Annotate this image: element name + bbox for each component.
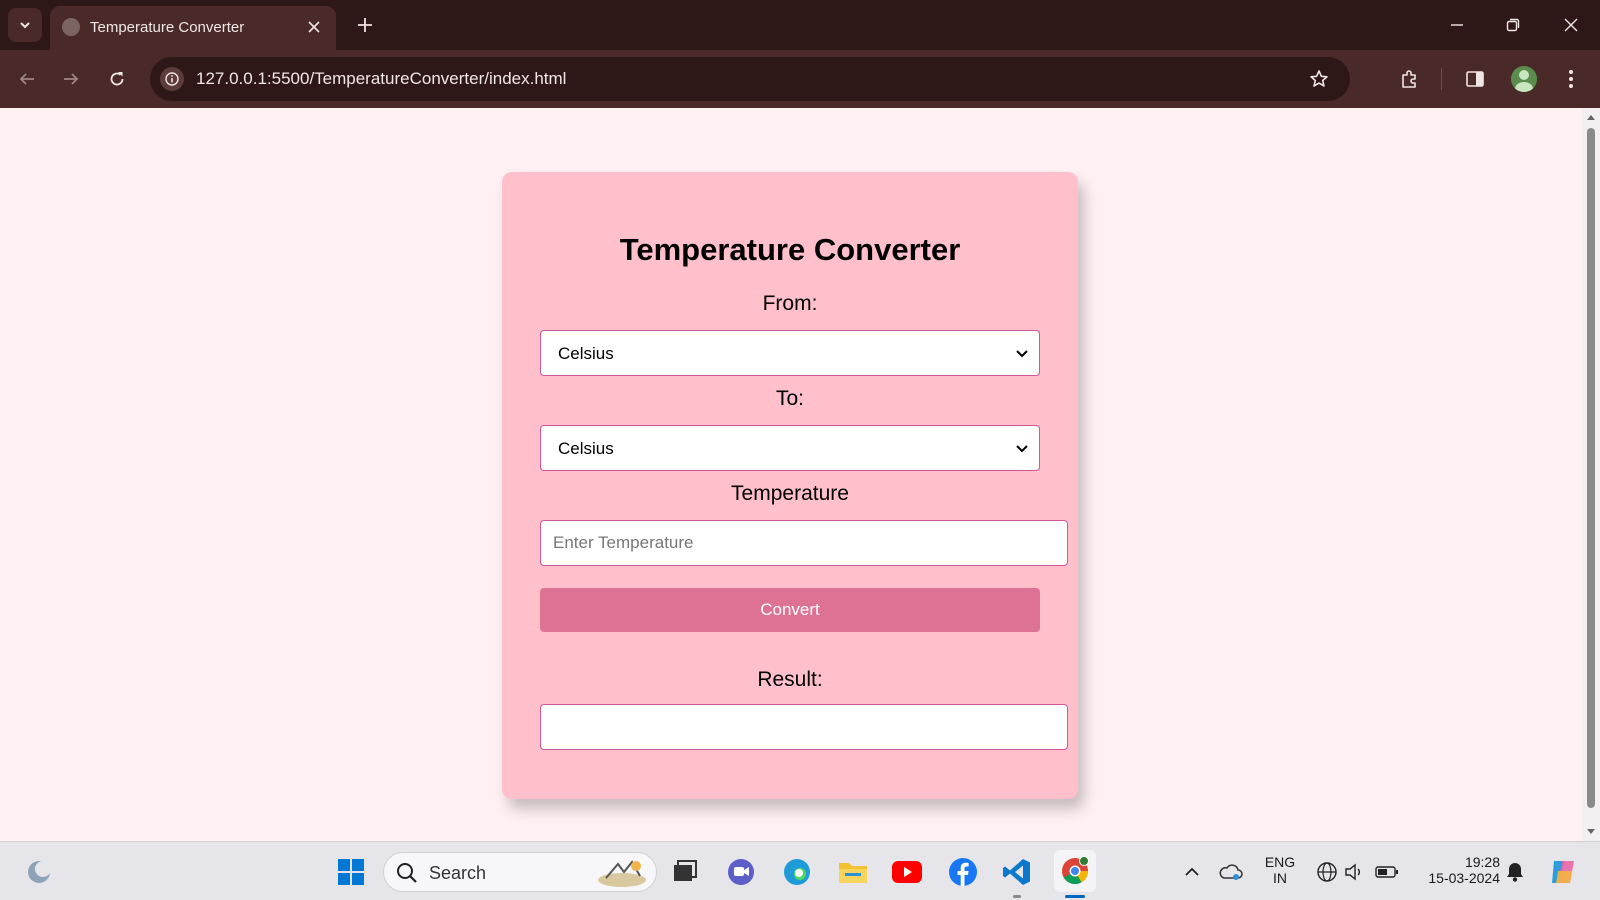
star-icon[interactable] (1306, 66, 1332, 92)
volume-icon[interactable] (1338, 855, 1372, 889)
battery-icon[interactable] (1370, 855, 1404, 889)
search-highlight-illustration (598, 860, 646, 887)
tab-search-icon[interactable] (8, 8, 42, 42)
windows-start-icon[interactable] (334, 855, 368, 889)
show-hidden-icons[interactable] (1175, 855, 1209, 889)
vscode-running-indicator (1013, 895, 1021, 898)
forward-icon[interactable] (58, 66, 84, 92)
back-icon[interactable] (14, 66, 40, 92)
close-icon[interactable] (304, 17, 324, 37)
vscode-icon[interactable] (1000, 855, 1034, 889)
from-unit-select[interactable]: Celsius (540, 330, 1040, 376)
address-bar[interactable]: 127.0.0.1:5500/TemperatureConverter/inde… (150, 57, 1350, 101)
scroll-up-icon[interactable] (1586, 112, 1596, 122)
temperature-label: Temperature (731, 482, 849, 505)
vertical-scrollbar[interactable] (1582, 108, 1600, 841)
search-icon (397, 863, 417, 883)
tab-title: Temperature Converter (90, 19, 245, 36)
copilot-icon[interactable] (1546, 855, 1580, 889)
weather-widget-icon[interactable] (22, 855, 56, 889)
active-tab[interactable]: Temperature Converter (50, 6, 336, 50)
chevron-down-icon (1015, 442, 1029, 456)
clock[interactable]: 19:28 15-03-2024 (1410, 854, 1500, 886)
page-title: Temperature Converter (619, 232, 961, 267)
region-code: IN (1273, 870, 1287, 886)
language-indicator[interactable]: ENG IN (1260, 854, 1300, 886)
close-window-icon[interactable] (1558, 12, 1584, 38)
plus-icon[interactable] (352, 12, 378, 38)
result-output (540, 704, 1068, 750)
windows-taskbar: Search ENG IN 19:28 15-03-2024 (0, 841, 1600, 900)
onedrive-icon[interactable] (1214, 855, 1248, 889)
scroll-thumb[interactable] (1587, 128, 1595, 808)
kebab-menu-icon[interactable] (1558, 66, 1584, 92)
url-text[interactable]: 127.0.0.1:5500/TemperatureConverter/inde… (196, 69, 566, 89)
taskbar-search-box[interactable]: Search (383, 852, 657, 892)
clock-time: 19:28 (1464, 854, 1500, 870)
extensions-icon[interactable] (1396, 66, 1422, 92)
restore-icon[interactable] (1500, 12, 1526, 38)
toolbar-divider (1441, 68, 1442, 90)
site-info-icon[interactable] (160, 67, 184, 91)
temperature-input[interactable] (540, 520, 1068, 566)
profile-icon[interactable] (1511, 66, 1537, 92)
language-code: ENG (1264, 854, 1296, 870)
from-label: From: (762, 292, 818, 315)
converter-card: Temperature Converter From: Celsius To: … (502, 172, 1078, 799)
facebook-icon[interactable] (946, 855, 980, 889)
result-label: Result: (757, 668, 823, 691)
reload-icon[interactable] (104, 66, 130, 92)
taskbar-search-text: Search (429, 863, 487, 883)
chevron-down-icon (1015, 347, 1029, 361)
browser-tab-strip: Temperature Converter (0, 0, 1600, 50)
globe-favicon-icon (62, 18, 80, 36)
bell-icon[interactable] (1498, 855, 1532, 889)
scroll-down-icon[interactable] (1586, 827, 1596, 837)
edge-icon[interactable] (780, 855, 814, 889)
to-label: To: (775, 387, 804, 410)
folder-icon[interactable] (836, 855, 870, 889)
from-unit-value: Celsius (558, 344, 614, 363)
to-unit-select[interactable]: Celsius (540, 425, 1040, 471)
chrome-active-indicator (1065, 895, 1085, 898)
page-viewport: Temperature Converter From: Celsius To: … (0, 108, 1582, 841)
task-view-icon[interactable] (668, 855, 702, 889)
browser-toolbar: 127.0.0.1:5500/TemperatureConverter/inde… (0, 50, 1600, 108)
clock-date: 15-03-2024 (1428, 870, 1500, 886)
youtube-icon[interactable] (890, 855, 924, 889)
to-unit-value: Celsius (558, 439, 614, 458)
side-panel-icon[interactable] (1462, 66, 1488, 92)
teams-chat-icon[interactable] (724, 855, 758, 889)
convert-button[interactable]: Convert (540, 588, 1040, 632)
minimize-icon[interactable] (1444, 12, 1470, 38)
chrome-icon[interactable] (1054, 850, 1096, 892)
